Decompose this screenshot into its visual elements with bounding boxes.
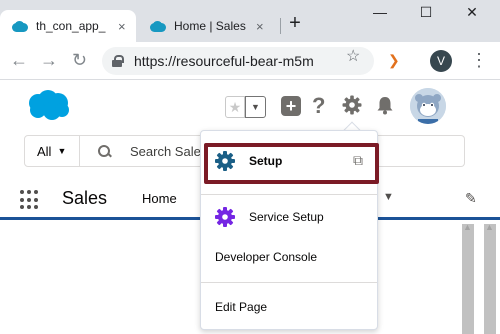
- forward-button[interactable]: →: [40, 50, 58, 71]
- setup-gear-icon[interactable]: [342, 95, 362, 115]
- menu-item-developer-console[interactable]: Developer Console: [201, 241, 377, 273]
- menu-divider: [201, 194, 377, 195]
- user-avatar[interactable]: [410, 88, 446, 124]
- lock-icon: [112, 55, 124, 67]
- menu-item-label: Edit Page: [215, 300, 268, 314]
- bookmark-star-icon[interactable]: ☆: [346, 46, 360, 66]
- scrollbar[interactable]: [484, 222, 496, 334]
- menu-item-edit-page[interactable]: Edit Page: [201, 291, 377, 323]
- nav-more-chevron-icon[interactable]: ▼: [383, 191, 394, 203]
- minimize-button[interactable]: —: [370, 4, 390, 20]
- menu-item-label: Developer Console: [215, 250, 318, 264]
- menu-item-label: Service Setup: [249, 210, 324, 224]
- service-setup-gear-icon: [215, 207, 235, 227]
- menu-divider: [201, 282, 377, 283]
- salesforce-favicon-icon: [150, 20, 166, 32]
- tab-close-icon[interactable]: ×: [256, 19, 264, 34]
- favorites-dropdown-button[interactable]: ▼: [245, 96, 266, 118]
- tab-label: th_con_app_: [36, 19, 106, 33]
- url-text[interactable]: https://resourceful-bear-m5m: [134, 53, 334, 69]
- search-scope-label: All: [37, 143, 52, 159]
- profile-avatar[interactable]: V: [430, 50, 452, 72]
- app-name: Sales: [62, 188, 108, 208]
- search-scope-select[interactable]: All ▼: [24, 135, 80, 167]
- reload-button[interactable]: ↻: [72, 50, 87, 71]
- extension-icon[interactable]: ❯: [388, 52, 400, 69]
- browser-tab-active[interactable]: th_con_app_ ×: [0, 10, 136, 42]
- chevron-down-icon: ▼: [57, 146, 67, 156]
- new-tab-button[interactable]: +: [285, 12, 305, 35]
- help-icon[interactable]: ?: [312, 93, 325, 119]
- browser-tab-home-sales[interactable]: Home | Sales ×: [138, 10, 278, 42]
- tab-close-icon[interactable]: ×: [118, 19, 126, 34]
- scrollbar[interactable]: [462, 222, 474, 334]
- nav-item-home[interactable]: Home: [142, 191, 177, 206]
- global-actions-add-button[interactable]: +: [281, 96, 301, 116]
- browser-toolbar: ← → ↻ https://resourceful-bear-m5m ☆ ❯ V…: [0, 42, 500, 80]
- menu-item-service-setup[interactable]: Service Setup: [201, 201, 377, 233]
- browser-tab-strip: th_con_app_ × Home | Sales × + — ☐ ✕: [0, 0, 500, 42]
- edit-nav-pencil-icon[interactable]: ✎: [465, 190, 477, 207]
- setup-highlight-box: [204, 143, 379, 184]
- browser-menu-icon[interactable]: ⋮: [470, 50, 488, 71]
- favorites-star-icon[interactable]: ★: [225, 96, 245, 118]
- notifications-bell-icon[interactable]: [375, 95, 395, 115]
- tab-label: Home | Sales: [174, 19, 246, 33]
- window-close-button[interactable]: ✕: [462, 4, 482, 21]
- salesforce-favicon-icon: [12, 20, 28, 32]
- back-button[interactable]: ←: [10, 50, 28, 71]
- search-placeholder: Search Sale: [130, 143, 201, 159]
- maximize-button[interactable]: ☐: [416, 4, 436, 21]
- app-launcher-icon[interactable]: [20, 190, 40, 210]
- address-bar[interactable]: https://resourceful-bear-m5m: [102, 47, 374, 75]
- tab-separator: [280, 18, 281, 34]
- salesforce-logo[interactable]: [26, 90, 70, 120]
- search-icon: [98, 145, 110, 157]
